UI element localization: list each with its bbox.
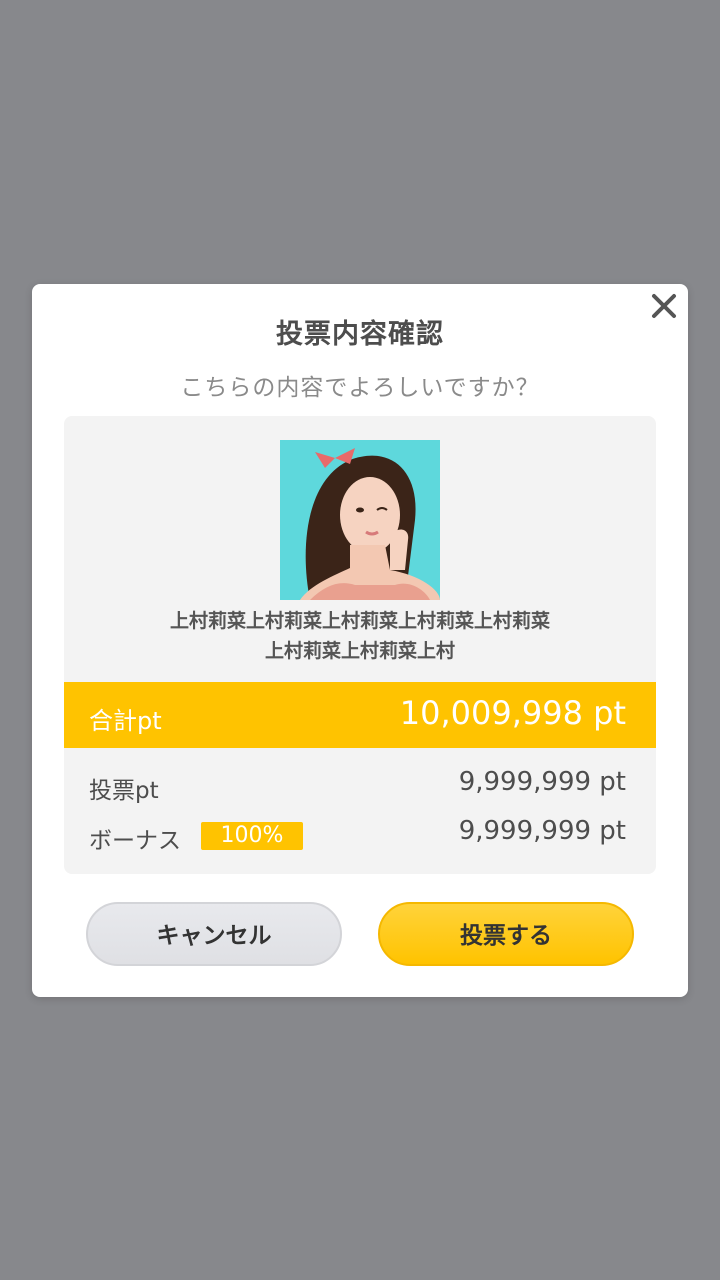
total-points-label: 合計pt	[89, 707, 162, 735]
dialog-subtitle: こちらの内容でよろしいですか？	[180, 375, 540, 401]
candidate-name-line1: 上村莉菜上村莉菜上村莉菜上村莉菜上村莉菜	[169, 610, 550, 632]
bonus-points-value: 9,999,999 pt	[458, 816, 626, 846]
total-points-value: 10,009,998 pt	[399, 694, 626, 732]
dialog-title: 投票内容確認	[276, 319, 444, 350]
candidate-photo	[280, 440, 440, 600]
candidate-name-line2: 上村莉菜上村莉菜上村	[264, 640, 455, 662]
bonus-badge: 100%	[201, 822, 303, 850]
vote-button[interactable]: 投票する	[378, 902, 634, 966]
vote-points-label: 投票pt	[89, 778, 159, 804]
cancel-button[interactable]: キャンセル	[86, 902, 342, 966]
total-points-bar: 合計pt 10,009,998 pt	[64, 682, 656, 748]
vote-confirm-dialog: 投票内容確認 こちらの内容でよろしいですか？ 上村莉菜上村莉菜上村莉菜上村莉菜上…	[32, 284, 688, 997]
candidate-name: 上村莉菜上村莉菜上村莉菜上村莉菜上村莉菜 上村莉菜上村莉菜上村	[64, 606, 656, 666]
bonus-label: ボーナス	[89, 828, 181, 854]
vote-summary-card: 上村莉菜上村莉菜上村莉菜上村莉菜上村莉菜 上村莉菜上村莉菜上村 合計pt 10,…	[64, 416, 656, 874]
vote-points-value: 9,999,999 pt	[458, 767, 626, 797]
